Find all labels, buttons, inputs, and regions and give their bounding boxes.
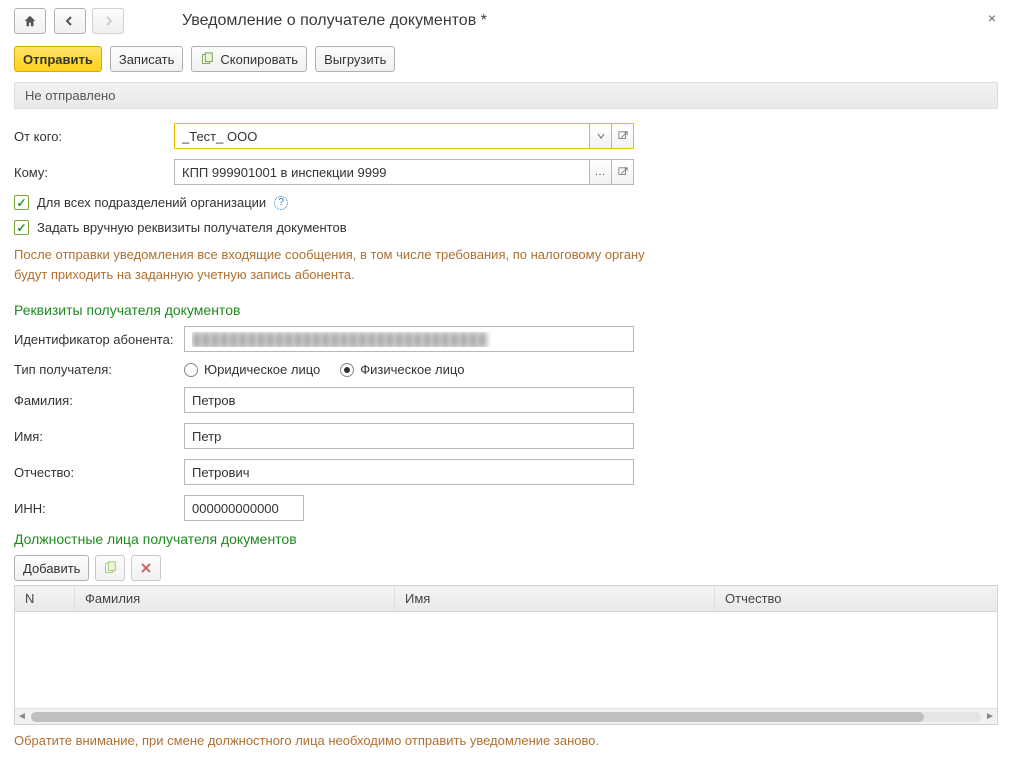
- arrow-left-icon: [64, 15, 76, 27]
- from-field[interactable]: [174, 123, 590, 149]
- save-button[interactable]: Записать: [110, 46, 184, 72]
- close-icon[interactable]: ×: [984, 10, 1000, 26]
- to-label: Кому:: [14, 165, 174, 180]
- col-surname-header[interactable]: Фамилия: [75, 586, 395, 611]
- status-badge: Не отправлено: [14, 82, 998, 109]
- export-button[interactable]: Выгрузить: [315, 46, 395, 72]
- home-button[interactable]: [14, 8, 46, 34]
- recipient-type-individual-label: Физическое лицо: [360, 362, 464, 377]
- recipient-type-individual-radio[interactable]: Физическое лицо: [340, 362, 464, 377]
- patronymic-field[interactable]: [184, 459, 634, 485]
- subscriber-id-field[interactable]: [184, 326, 634, 352]
- from-open-button[interactable]: [612, 123, 634, 149]
- name-label: Имя:: [14, 429, 184, 444]
- back-button[interactable]: [54, 8, 86, 34]
- open-icon: [618, 167, 628, 177]
- scroll-left-icon[interactable]: ◄: [15, 710, 29, 724]
- clone-icon: [103, 561, 117, 575]
- home-icon: [23, 14, 37, 28]
- footnote: Обратите внимание, при смене должностног…: [14, 733, 998, 748]
- surname-field[interactable]: [184, 387, 634, 413]
- scroll-track[interactable]: [31, 712, 981, 722]
- to-open-button[interactable]: [612, 159, 634, 185]
- send-button[interactable]: Отправить: [14, 46, 102, 72]
- recipient-heading: Реквизиты получателя документов: [14, 302, 998, 318]
- help-icon[interactable]: ?: [274, 196, 288, 210]
- table-hscrollbar[interactable]: ◄ ►: [15, 708, 997, 724]
- officials-table-body[interactable]: [15, 612, 997, 708]
- remove-official-button[interactable]: [131, 555, 161, 581]
- recipient-type-legal-label: Юридическое лицо: [204, 362, 320, 377]
- inn-field[interactable]: [184, 495, 304, 521]
- manual-requisites-checkbox[interactable]: ✓: [14, 220, 29, 235]
- manual-requisites-label: Задать вручную реквизиты получателя доку…: [37, 220, 347, 235]
- recipient-type-legal-radio[interactable]: Юридическое лицо: [184, 362, 320, 377]
- chevron-down-icon: [597, 132, 605, 140]
- name-field[interactable]: [184, 423, 634, 449]
- surname-label: Фамилия:: [14, 393, 184, 408]
- arrow-right-icon: [102, 15, 114, 27]
- all-subdivisions-label: Для всех подразделений организации: [37, 195, 266, 210]
- from-dropdown-button[interactable]: [590, 123, 612, 149]
- open-icon: [618, 131, 628, 141]
- to-ellipsis-button[interactable]: …: [590, 159, 612, 185]
- copy-button-label: Скопировать: [220, 52, 298, 67]
- subscriber-id-label: Идентификатор абонента:: [14, 332, 184, 347]
- patronymic-label: Отчество:: [14, 465, 184, 480]
- scroll-right-icon[interactable]: ►: [983, 710, 997, 724]
- col-n-header[interactable]: N: [15, 586, 75, 611]
- delete-icon: [140, 562, 152, 574]
- forward-button[interactable]: [92, 8, 124, 34]
- recipient-type-label: Тип получателя:: [14, 362, 184, 377]
- officials-heading: Должностные лица получателя документов: [14, 531, 998, 547]
- officials-table: N Фамилия Имя Отчество ◄ ►: [14, 585, 998, 725]
- col-patronymic-header[interactable]: Отчество: [715, 586, 997, 611]
- info-note: После отправки уведомления все входящие …: [14, 245, 654, 284]
- from-label: От кого:: [14, 129, 174, 144]
- copy-icon: [200, 52, 214, 66]
- copy-button[interactable]: Скопировать: [191, 46, 307, 72]
- scroll-handle[interactable]: [31, 712, 924, 722]
- add-official-button[interactable]: Добавить: [14, 555, 89, 581]
- page-title: Уведомление о получателе документов *: [182, 12, 487, 30]
- clone-official-button[interactable]: [95, 555, 125, 581]
- to-field[interactable]: [174, 159, 590, 185]
- col-name-header[interactable]: Имя: [395, 586, 715, 611]
- inn-label: ИНН:: [14, 501, 184, 516]
- all-subdivisions-checkbox[interactable]: ✓: [14, 195, 29, 210]
- ellipsis-icon: …: [595, 166, 607, 178]
